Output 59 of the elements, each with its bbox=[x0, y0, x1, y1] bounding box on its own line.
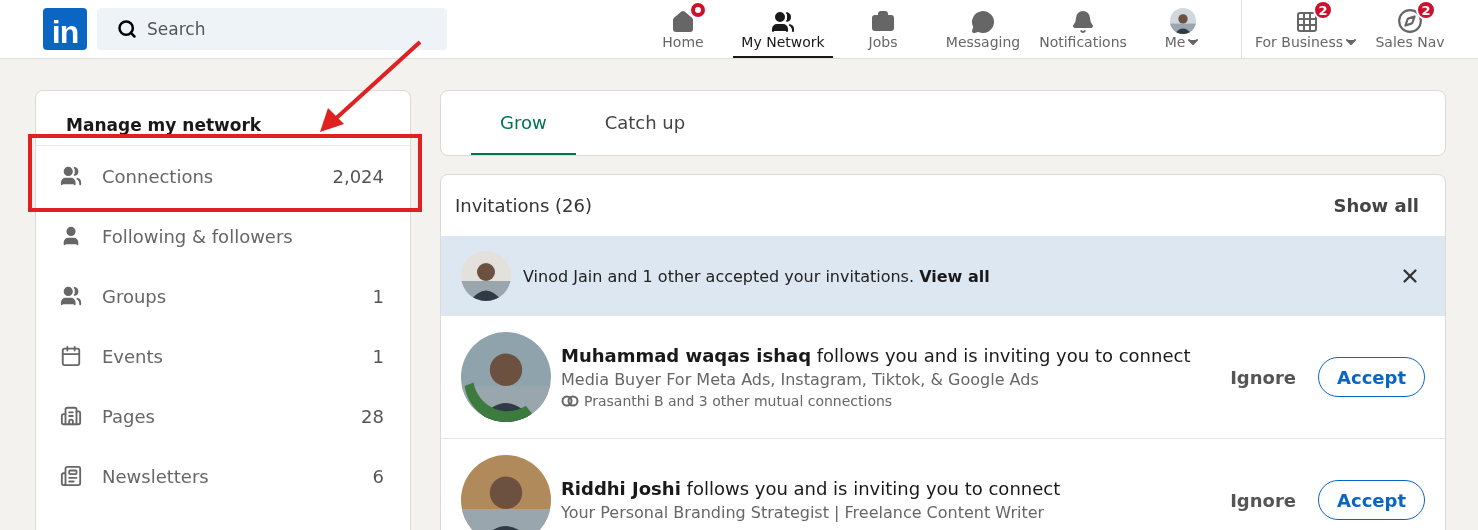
item-count: 1 bbox=[372, 345, 384, 367]
mutual-connections: Prasanthi B and 3 other mutual connections bbox=[584, 393, 893, 409]
count-badge: 2 bbox=[1313, 0, 1333, 20]
search-icon bbox=[117, 19, 137, 39]
nav-item[interactable]: 2 For Business bbox=[1250, 0, 1364, 58]
building-icon bbox=[60, 405, 82, 427]
headline: Your Personal Branding Strategist | Freelance Content Writer bbox=[561, 503, 1046, 522]
nav-item[interactable]: 2 Sales Nav bbox=[1364, 0, 1456, 58]
item-count: 1 bbox=[372, 285, 384, 307]
tab[interactable]: Grow bbox=[471, 91, 576, 155]
search-field[interactable]: Search bbox=[97, 8, 447, 50]
item-count: 6 bbox=[372, 465, 384, 487]
nav-item[interactable]: Home bbox=[633, 0, 733, 58]
briefcase-icon bbox=[871, 10, 895, 34]
chat-icon bbox=[971, 10, 995, 34]
mutual-icon bbox=[561, 395, 579, 407]
item-count: 2,024 bbox=[332, 165, 384, 187]
group-icon bbox=[60, 285, 82, 307]
nav-item[interactable]: My Network bbox=[733, 0, 833, 58]
nav-item[interactable]: Messaging bbox=[933, 0, 1033, 58]
headline: Media Buyer For Meta Ads, Instagram, Tiktok, & Google Ads bbox=[561, 370, 1040, 389]
section-title: Invitations (26) bbox=[455, 195, 592, 216]
ignore-button[interactable]: Ignore bbox=[1218, 358, 1309, 396]
calendar-icon bbox=[60, 345, 82, 367]
nav-item[interactable]: Me bbox=[1133, 0, 1233, 58]
invitation-text: Muhammad waqas ishaq follows you and is inviting you to connect bbox=[561, 345, 1192, 366]
sidebar-item[interactable]: Newsletters 6 bbox=[36, 446, 410, 506]
tab[interactable]: Catch up bbox=[575, 91, 715, 155]
sidebar-item[interactable]: Events 1 bbox=[36, 326, 410, 386]
people-icon bbox=[60, 165, 82, 187]
invitation-text: Riddhi Joshi follows you and is inviting you to connect bbox=[561, 478, 1062, 499]
ignore-button[interactable]: Ignore bbox=[1218, 481, 1309, 519]
nav-item[interactable]: Jobs bbox=[833, 0, 933, 58]
sidebar-item[interactable]: Following & followers bbox=[36, 206, 410, 266]
count-badge: 2 bbox=[1416, 0, 1436, 20]
item-label: Following & followers bbox=[102, 225, 294, 247]
home-icon bbox=[671, 10, 695, 34]
show-all-link[interactable]: Show all bbox=[1333, 195, 1419, 216]
grid-icon bbox=[1295, 10, 1319, 34]
sidebar-item[interactable]: Groups 1 bbox=[36, 266, 410, 326]
compass-icon bbox=[1397, 8, 1423, 34]
logo[interactable]: in bbox=[43, 8, 87, 50]
banner-text: Vinod Jain and 1 other accepted your invitations. View all bbox=[523, 266, 991, 286]
newspaper-icon bbox=[60, 465, 82, 487]
bell-icon bbox=[1071, 10, 1095, 34]
avatar-icon bbox=[1170, 8, 1196, 34]
accept-button[interactable]: Accept bbox=[1318, 480, 1425, 520]
item-label: Pages bbox=[102, 405, 156, 427]
sidebar-item[interactable]: Connections 2,024 bbox=[36, 146, 410, 206]
accept-button[interactable]: Accept bbox=[1318, 357, 1425, 397]
item-label: Newsletters bbox=[102, 465, 210, 487]
item-label: Groups bbox=[102, 285, 168, 307]
item-label: Events bbox=[102, 345, 164, 367]
item-label: Connections bbox=[102, 165, 215, 187]
view-all-link[interactable]: View all bbox=[919, 266, 990, 286]
sidebar-item[interactable]: Pages 28 bbox=[36, 386, 410, 446]
item-count: 28 bbox=[361, 405, 384, 427]
nav-item[interactable]: Notifications bbox=[1033, 0, 1133, 58]
people-icon bbox=[771, 10, 795, 34]
